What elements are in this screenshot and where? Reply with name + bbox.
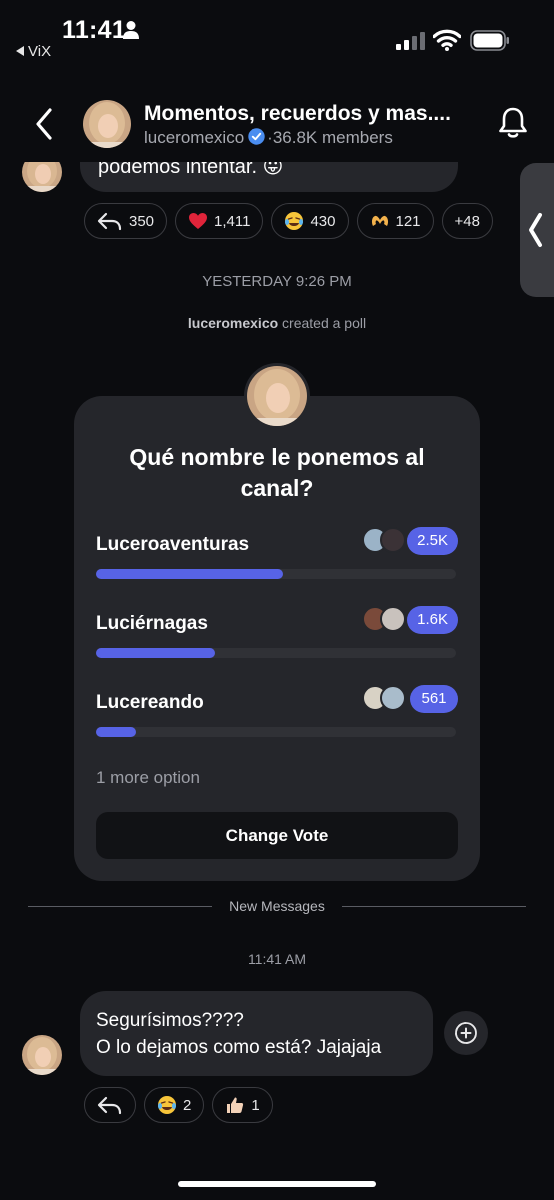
timestamp-yesterday: YESTERDAY 9:26 PM: [202, 273, 352, 290]
message-avatar[interactable]: [22, 1035, 62, 1075]
voter-avatars: [362, 685, 406, 711]
wifi-icon: [433, 29, 461, 51]
reaction-chip-laugh[interactable]: 2: [144, 1087, 205, 1123]
message-bubble[interactable]: Segurísimos???? O lo dejamos como está? …: [80, 991, 433, 1076]
channel-owner[interactable]: luceromexico: [144, 128, 244, 147]
bell-icon[interactable]: [498, 106, 528, 140]
poll-question: Qué nombre le ponemos al canal?: [129, 444, 425, 501]
voter-avatar: [380, 527, 406, 553]
voter-avatar: [380, 606, 406, 632]
avatar-image: [83, 100, 131, 148]
voter-avatars: [362, 527, 406, 553]
back-chevron-icon[interactable]: [30, 104, 58, 144]
back-app-label: ViX: [28, 43, 52, 60]
home-indicator[interactable]: [178, 1181, 376, 1187]
status-time: 11:41: [62, 16, 127, 44]
poll-creator-avatar[interactable]: [244, 363, 310, 429]
chevron-left-icon: [529, 213, 542, 247]
poll-option[interactable]: Lucereando 561: [96, 685, 458, 752]
poll-card: Qué nombre le ponemos al canal? Luceroav…: [74, 396, 480, 881]
vote-bar-fill: [96, 648, 215, 658]
reply-chip[interactable]: 350: [84, 203, 168, 239]
reaction-count: 430: [310, 212, 336, 230]
previous-message-reactions: 350 1,411 430 121 +48: [84, 203, 493, 239]
reply-icon: [97, 1096, 122, 1115]
vote-bar-track: [96, 727, 456, 737]
vote-count-badge: 561: [410, 685, 458, 713]
divider-right: [342, 906, 526, 907]
person-icon: [123, 21, 139, 39]
message-reactions: 2 1: [84, 1087, 273, 1123]
message-line: Segurísimos????: [96, 1010, 244, 1031]
reaction-count: 1: [251, 1096, 260, 1114]
reply-icon: [97, 212, 122, 231]
add-reaction-icon: [455, 1022, 477, 1044]
channel-title[interactable]: Momentos, recuerdos y mas....: [144, 102, 451, 126]
thumbs-up-emoji-icon: [227, 1097, 244, 1113]
verified-badge-icon: [248, 128, 265, 145]
status-bar: 11:41 ViX: [0, 0, 554, 70]
vote-count-badge: 2.5K: [407, 527, 458, 555]
poll-option-label: Luciérnagas: [96, 613, 208, 634]
timestamp-now: 11:41 AM: [247, 951, 307, 967]
more-options-link[interactable]: 1 more option: [96, 768, 200, 788]
heart-emoji-icon: [189, 213, 208, 229]
message-line: O lo dejamos como está? Jajajaja: [96, 1037, 382, 1058]
reply-chip[interactable]: [84, 1087, 136, 1123]
change-vote-button[interactable]: Change Vote: [96, 812, 458, 859]
vote-bar-track: [96, 569, 456, 579]
back-triangle-icon: [16, 46, 24, 56]
poll-creator[interactable]: luceromexico: [188, 315, 278, 331]
poll-option[interactable]: Luceroaventuras 2.5K: [96, 527, 458, 594]
vote-count-badge: 1.6K: [407, 606, 458, 634]
add-reaction-button[interactable]: [444, 1011, 488, 1055]
more-reactions-chip[interactable]: +48: [441, 203, 493, 239]
vote-bar-fill: [96, 727, 136, 737]
poll-option[interactable]: Luciérnagas 1.6K: [96, 606, 458, 673]
reaction-count: 121: [395, 212, 421, 230]
heart-hands-emoji-icon: [371, 215, 388, 226]
reaction-count: 2: [183, 1096, 192, 1114]
voter-avatar: [380, 685, 406, 711]
chat-header: Momentos, recuerdos y mas.... luceromexi…: [0, 88, 554, 162]
tears-of-joy-emoji-icon: [285, 212, 304, 230]
tears-of-joy-emoji-icon: [158, 1096, 176, 1114]
channel-subtitle: luceromexico ·36.8K members: [144, 128, 393, 148]
poll-option-label: Luceroaventuras: [96, 534, 250, 555]
reaction-chip-thumbs-up[interactable]: 1: [212, 1087, 273, 1123]
poll-created-text: created a poll: [282, 315, 367, 331]
poll-option-label: Lucereando: [96, 692, 204, 713]
reaction-count: 1,411: [214, 212, 251, 230]
avatar-image: [247, 366, 307, 426]
members-count: 36.8K members: [272, 128, 393, 147]
back-to-app-link[interactable]: ViX: [16, 43, 51, 60]
reaction-chip-heart-hands[interactable]: 121: [356, 203, 434, 239]
reply-count: 350: [129, 212, 155, 230]
more-reactions-count: +48: [454, 212, 480, 230]
vote-bar-fill: [96, 569, 284, 579]
channel-avatar[interactable]: [83, 100, 131, 148]
reaction-chip-heart[interactable]: 1,411: [175, 203, 264, 239]
poll-created-note: luceromexico created a poll: [0, 315, 554, 331]
vote-bar-track: [96, 648, 456, 658]
battery-icon: [470, 30, 509, 51]
avatar-image: [22, 1035, 62, 1075]
voter-avatars: [362, 606, 406, 632]
cellular-signal-icon: [396, 32, 425, 50]
reaction-chip-laugh[interactable]: 430: [271, 203, 349, 239]
